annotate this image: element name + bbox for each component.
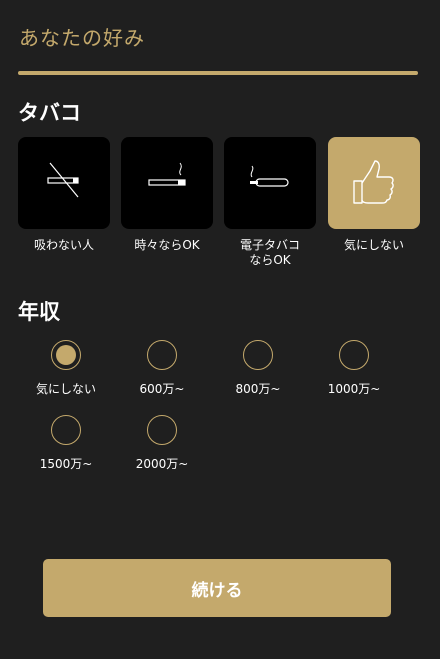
- tabacco-option-sometimes[interactable]: 時々ならOK: [121, 137, 213, 253]
- radio-button[interactable]: [243, 340, 273, 370]
- income-section-title: 年収: [18, 300, 60, 324]
- tabacco-option-label: 気にしない: [343, 238, 404, 252]
- tabacco-option-e-cigarette[interactable]: 電子タバコ ならOK: [224, 137, 316, 268]
- tabacco-option-label: 時々ならOK: [134, 238, 200, 252]
- radio-button[interactable]: [51, 415, 81, 445]
- progress-bar: [18, 71, 418, 75]
- income-option-800[interactable]: 800万~: [210, 340, 306, 397]
- income-option-dont-care[interactable]: 気にしない: [18, 340, 114, 397]
- income-option-1000[interactable]: 1000万~: [306, 340, 402, 397]
- radio-button[interactable]: [147, 415, 177, 445]
- no-smoking-icon: [47, 162, 79, 198]
- income-option-600[interactable]: 600万~: [114, 340, 210, 397]
- tabacco-option-no-smoking[interactable]: 吸わない人: [18, 137, 110, 253]
- tabacco-option-box[interactable]: [328, 137, 420, 229]
- income-option-label: 1000万~: [327, 382, 381, 396]
- tabacco-option-label: 電子タバコ ならOK: [239, 238, 300, 267]
- page-title: あなたの好み: [19, 26, 145, 50]
- income-option-label: 気にしない: [35, 382, 96, 396]
- tabacco-option-label: 吸わない人: [33, 238, 94, 252]
- income-option-label: 800万~: [235, 382, 281, 396]
- thumbs-up-icon: [353, 160, 394, 204]
- income-option-1500[interactable]: 1500万~: [18, 415, 114, 472]
- tabacco-option-dont-care[interactable]: 気にしない: [328, 137, 420, 253]
- radio-button[interactable]: [51, 340, 81, 370]
- tabacco-option-box[interactable]: [121, 137, 213, 229]
- continue-button[interactable]: 続ける: [43, 559, 391, 617]
- e-cigarette-icon: [250, 165, 289, 187]
- radio-button[interactable]: [147, 340, 177, 370]
- cigarette-icon: [148, 162, 186, 186]
- tabacco-option-box[interactable]: [18, 137, 110, 229]
- income-option-label: 600万~: [139, 382, 185, 396]
- income-option-2000[interactable]: 2000万~: [114, 415, 210, 472]
- radio-button[interactable]: [339, 340, 369, 370]
- income-option-label: 2000万~: [135, 457, 189, 471]
- tabacco-options: 吸わない人 時々ならOK 電子タバコ ならOK 気にしない: [18, 137, 420, 277]
- income-option-label: 1500万~: [39, 457, 93, 471]
- tabacco-option-box[interactable]: [224, 137, 316, 229]
- radio-selected-dot: [56, 345, 76, 365]
- tabacco-section-title: タバコ: [18, 101, 81, 125]
- income-options: 気にしない 600万~ 800万~ 1000万~ 1500万~ 2000万~: [18, 340, 420, 490]
